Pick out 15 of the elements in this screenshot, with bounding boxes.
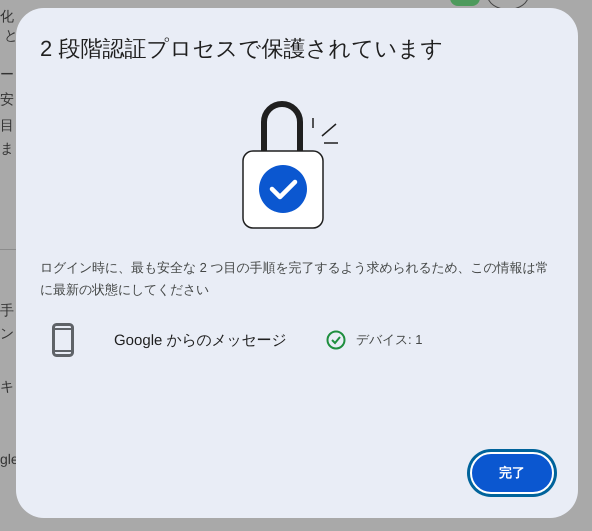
background-text: 化	[0, 8, 14, 26]
background-text: ン	[0, 325, 14, 343]
background-text: キ	[0, 378, 14, 396]
device-count: デバイス: 1	[356, 331, 422, 349]
background-text: 安	[0, 91, 14, 109]
method-name: Google からのメッセージ	[114, 330, 288, 350]
description-text: ログイン時に、最も安全な 2 つ目の手順を完了するよう求められるため、この情報は常に最新の状態にしてください	[40, 259, 550, 299]
background-text: ー	[0, 66, 14, 84]
background-text: 手	[0, 302, 14, 320]
background-text: 目	[0, 117, 14, 135]
done-button[interactable]: 完了	[470, 452, 554, 494]
phone-icon	[52, 323, 74, 357]
background-text: ま	[0, 140, 14, 158]
background-text: と	[4, 27, 18, 45]
dialog-title: 2 段階認証プロセスで保護されています	[40, 35, 444, 63]
